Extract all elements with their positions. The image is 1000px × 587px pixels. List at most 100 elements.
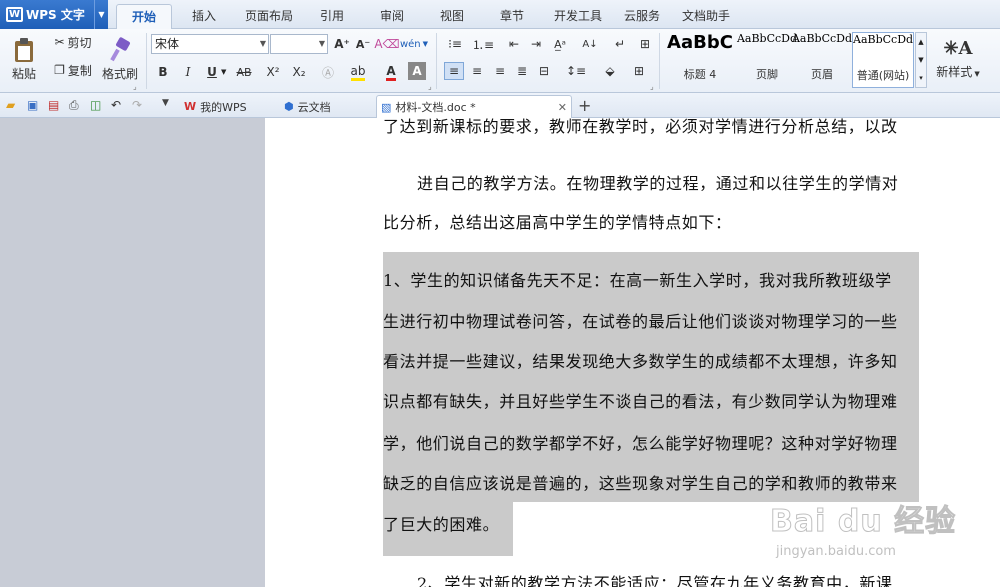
style-header[interactable]: AaBbCcDd 页眉 [786, 32, 858, 88]
highlight-button[interactable]: ab [344, 62, 372, 82]
increase-indent-button[interactable]: ⇥ [526, 34, 546, 54]
new-style-icon: ✳A [943, 38, 973, 59]
line-spacing-icon: ↕≡ [565, 64, 587, 78]
app-menu-button[interactable]: W WPS 文字 ▼ [0, 0, 108, 29]
save-icon[interactable]: ▣ [27, 98, 41, 112]
borders-button[interactable]: ⊞ [626, 62, 652, 80]
separator [146, 33, 147, 89]
tab-review[interactable]: 审阅 [370, 4, 414, 29]
distribute-button[interactable]: ⊟ [534, 62, 554, 80]
justify-icon: ≣ [516, 64, 528, 78]
doc-tab-active[interactable]: ▧ 材料-文档.doc * ✕ [376, 95, 572, 118]
align-left-button[interactable]: ≡ [444, 62, 464, 80]
wps-icon: W [184, 100, 197, 113]
underline-button[interactable]: U [202, 62, 222, 82]
style-heading4[interactable]: AaBbC 标题 4 [664, 32, 736, 88]
align-center-button[interactable]: ≡ [467, 62, 487, 80]
tab-view[interactable]: 视图 [430, 4, 474, 29]
tab-cloud-service[interactable]: 云服务 [618, 4, 666, 29]
paragraph-group-launcher[interactable]: ⌟ [650, 82, 654, 91]
print-icon[interactable]: ⎙ [69, 98, 83, 112]
doc-tab-cloud-docs[interactable]: ⬢ 云文档 [284, 95, 374, 118]
body-text-line: 识点都有缺失，并且好些学生不谈自己的看法，有少数同学认为物理难 [383, 392, 898, 411]
tab-doc-assistant[interactable]: 文档助手 [676, 4, 736, 29]
justify-button[interactable]: ≣ [512, 62, 532, 80]
redo-icon[interactable]: ↷ [132, 98, 146, 112]
style-gallery-scroll[interactable]: ▲ ▼ ▾ [915, 32, 927, 88]
text-effect-button[interactable]: Ⓐ [318, 62, 338, 82]
body-text-line: 了达到新课标的要求，教师在教学时，必须对学情进行分析总结，以改 [383, 118, 898, 136]
body-text-line: 看法并提一些建议，结果发现绝大多数学生的成绩都不太理想，许多知 [383, 352, 898, 371]
body-text-line: 了巨大的困难。 [383, 515, 500, 534]
align-right-button[interactable]: ≡ [490, 62, 510, 80]
body-text-line: 缺乏的自信应该说是普遍的，这些现象对学生自己的学和教师的教带来 [383, 474, 898, 493]
font-name-select[interactable]: 宋体 ▼ [151, 34, 269, 54]
tab-developer[interactable]: 开发工具 [548, 4, 608, 29]
export-pdf-icon[interactable]: ▤ [48, 98, 62, 112]
borders-icon: ⊞ [633, 64, 645, 78]
undo-icon[interactable]: ↶ [111, 98, 125, 112]
bullets-button[interactable]: ⁝≡ [442, 34, 468, 54]
close-icon[interactable]: ✕ [558, 101, 567, 114]
chevron-down-icon: ▼ [318, 39, 325, 48]
chinese-layout-button[interactable]: A̲ᵃ [548, 34, 572, 54]
chevron-down-icon[interactable]: ▼ [94, 0, 108, 29]
body-text-line: 1、学生的知识储备先天不足：在高一新生入学时，我对我所教班级学 [383, 271, 892, 290]
pinyin-button[interactable]: wén ▼ [400, 34, 428, 54]
style-normal-web[interactable]: AaBbCcDd 普通(网站) [852, 32, 914, 88]
outdent-icon: ⇤ [508, 37, 520, 51]
style-sample: AaBbC [667, 32, 733, 53]
tab-home[interactable]: 开始 [116, 4, 172, 29]
tab-chapter[interactable]: 章节 [490, 4, 534, 29]
print-preview-icon[interactable]: ◫ [90, 98, 104, 112]
subscript-button[interactable]: X₂ [288, 62, 310, 82]
strikethrough-button[interactable]: AB [231, 62, 257, 82]
clear-format-button[interactable]: A⌫ [374, 34, 400, 54]
chevron-down-icon[interactable]: ▼ [221, 68, 226, 76]
clipboard-group-launcher[interactable]: ⌟ [133, 82, 137, 91]
bold-button[interactable]: B [153, 62, 173, 82]
font-size-select[interactable]: ▼ [270, 34, 328, 54]
eraser-icon: A⌫ [374, 37, 400, 51]
tab-references[interactable]: 引用 [310, 4, 354, 29]
char-shading-button[interactable]: A [408, 62, 426, 80]
new-style-button[interactable]: ✳A 新样式 ▼ [932, 33, 984, 85]
grow-font-button[interactable]: A⁺ [333, 34, 351, 54]
font-group-launcher[interactable]: ⌟ [428, 82, 432, 91]
paste-button[interactable]: 粘贴 [6, 33, 42, 85]
paint-bucket-icon: ⬙ [605, 64, 615, 78]
new-tab-icon[interactable]: + [578, 96, 592, 115]
decrease-indent-button[interactable]: ⇤ [504, 34, 524, 54]
copy-button[interactable]: ❐ 复制 [50, 61, 96, 79]
line-spacing-button[interactable]: ↕≡ [562, 62, 590, 80]
cloud-cube-icon: ⬢ [284, 100, 294, 113]
tab-page-layout[interactable]: 页面布局 [238, 4, 300, 29]
italic-button[interactable]: I [178, 62, 198, 82]
chevron-down-icon[interactable]: ▼ [162, 98, 176, 112]
format-painter-button[interactable]: 格式刷 [100, 33, 140, 85]
doc-tab-my-wps[interactable]: W 我的WPS [184, 95, 280, 118]
doc-tab-label: 云文档 [297, 100, 331, 114]
font-color-button[interactable]: A [378, 62, 404, 82]
separator [436, 33, 437, 89]
align-center-icon: ≡ [471, 64, 483, 78]
sort-button[interactable]: A↓ [580, 34, 600, 54]
font-name-value: 宋体 [155, 37, 180, 51]
open-folder-icon[interactable]: ▰ [6, 98, 20, 112]
table-button[interactable]: ⊞ [636, 34, 654, 54]
baidu-watermark: Bai du 经验 jingyan.baidu.com [769, 496, 990, 576]
text-effect-icon: Ⓐ [321, 65, 334, 80]
cut-button[interactable]: ✂ 剪切 [50, 33, 96, 51]
wps-logo-icon: W [6, 7, 23, 22]
numbering-button[interactable]: ⒈≡ [470, 34, 496, 54]
show-marks-button[interactable]: ↵ [608, 34, 632, 54]
highlighter-icon: ab [350, 64, 366, 81]
tab-insert[interactable]: 插入 [180, 4, 228, 29]
shading-button[interactable]: ⬙ [596, 62, 624, 80]
shrink-font-button[interactable]: A⁻ [354, 34, 372, 54]
superscript-button[interactable]: X² [262, 62, 284, 82]
font-color-icon: A [386, 64, 396, 81]
format-painter-label: 格式刷 [101, 66, 138, 81]
paste-label: 粘贴 [11, 66, 36, 81]
indent-icon: ⇥ [530, 37, 542, 51]
